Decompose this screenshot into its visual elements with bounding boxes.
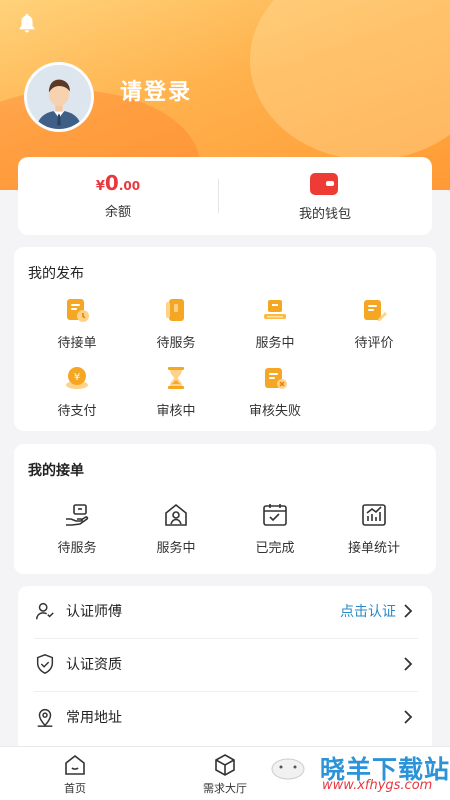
publish-item-under-review[interactable]: 审核中 [128, 365, 224, 419]
publish-label: 待支付 [57, 404, 97, 419]
shield-check-icon [36, 654, 54, 674]
sheep-logo-icon [271, 758, 305, 780]
watermark: 晓羊下载站 www.xfhygs.com [262, 748, 450, 800]
document-error-icon [265, 368, 287, 389]
edit-note-icon [364, 300, 387, 321]
menu-label: 常用地址 [66, 710, 122, 726]
tab-home[interactable]: 首页 [25, 753, 125, 796]
yuan-coin-icon: ¥ [66, 367, 88, 389]
section-title-publish: 我的发布 [28, 266, 84, 282]
orders-label: 已完成 [255, 541, 295, 556]
publish-label: 审核中 [156, 404, 196, 419]
publish-item-pending-service[interactable]: 待服务 [128, 297, 224, 351]
orders-item-pending-service[interactable]: 待服务 [29, 502, 125, 556]
balance-section[interactable]: ¥0.00 余额 [18, 157, 218, 235]
watermark-url: www.xfhygs.com [322, 778, 433, 793]
home-icon [65, 754, 85, 775]
wallet-label: 我的钱包 [298, 207, 351, 222]
chevron-right-icon [404, 604, 413, 618]
login-prompt[interactable]: 请登录 [120, 74, 192, 106]
tab-demand-hall[interactable]: 需求大厅 [175, 753, 275, 796]
user-avatar-icon [27, 65, 91, 129]
bell-icon[interactable] [16, 12, 38, 34]
balance-card: ¥0.00 余额 我的钱包 [18, 157, 432, 235]
worker-badge-icon [36, 602, 54, 620]
publish-item-in-service[interactable]: 服务中 [227, 297, 323, 351]
balance-label: 余额 [104, 205, 131, 220]
menu-item-certify-worker[interactable]: 认证师傅 点击认证 [18, 586, 432, 638]
tab-label: 首页 [64, 782, 86, 795]
menu-label: 认证资质 [66, 657, 122, 673]
menu-item-certify-qualification[interactable]: 认证资质 [18, 639, 432, 691]
avatar[interactable] [24, 62, 94, 132]
balance-integer: 0 [104, 171, 119, 195]
tab-label: 需求大厅 [203, 782, 247, 795]
calendar-check-icon [263, 504, 287, 526]
menu-label: 认证师傅 [66, 604, 122, 620]
my-orders-card: 我的接单 待服务 服务中 已完成 接单统计 [14, 444, 436, 574]
section-title-orders: 我的接单 [28, 463, 84, 479]
currency-symbol: ¥ [95, 179, 105, 194]
orders-item-statistics[interactable]: 接单统计 [326, 502, 422, 556]
bar-chart-icon [362, 504, 386, 526]
my-publish-card: 我的发布 待接单 待服务 服务中 待评价 ¥ 待支付 审核中 审核失败 [14, 247, 436, 431]
svg-text:¥: ¥ [74, 372, 80, 383]
box-icon [215, 754, 235, 776]
location-pin-icon [37, 709, 53, 727]
publish-label: 待接单 [57, 336, 97, 351]
publish-item-pending-accept[interactable]: 待接单 [29, 297, 125, 351]
wallet-icon [310, 173, 338, 195]
settings-menu: 认证师傅 点击认证 认证资质 常用地址 [18, 586, 432, 756]
certify-action-link[interactable]: 点击认证 [340, 601, 396, 621]
orders-label: 接单统计 [347, 541, 400, 556]
hand-service-icon [66, 504, 89, 526]
publish-label: 待评价 [354, 336, 394, 351]
wallet-button[interactable]: 我的钱包 [218, 157, 432, 235]
chevron-right-icon [404, 657, 413, 671]
hourglass-icon [168, 367, 184, 389]
orders-label: 服务中 [156, 541, 196, 556]
computer-icon [264, 300, 286, 319]
publish-item-review-failed[interactable]: 审核失败 [227, 365, 323, 419]
orders-item-in-service[interactable]: 服务中 [128, 502, 224, 556]
home-person-icon [165, 503, 187, 526]
balance-amount: ¥0.00 [18, 171, 218, 195]
menu-item-common-address[interactable]: 常用地址 [18, 692, 432, 744]
phone-icon [166, 299, 184, 321]
balance-decimal: .00 [118, 179, 141, 193]
publish-label: 待服务 [156, 336, 196, 351]
publish-item-pending-review[interactable]: 待评价 [326, 297, 422, 351]
orders-item-completed[interactable]: 已完成 [227, 502, 323, 556]
header-decoration-2 [250, 0, 450, 160]
publish-item-pending-payment[interactable]: ¥ 待支付 [29, 365, 125, 419]
publish-label: 审核失败 [248, 404, 301, 419]
orders-label: 待服务 [57, 541, 97, 556]
chevron-right-icon [404, 710, 413, 724]
clipboard-clock-icon [67, 299, 89, 322]
publish-label: 服务中 [255, 336, 295, 351]
